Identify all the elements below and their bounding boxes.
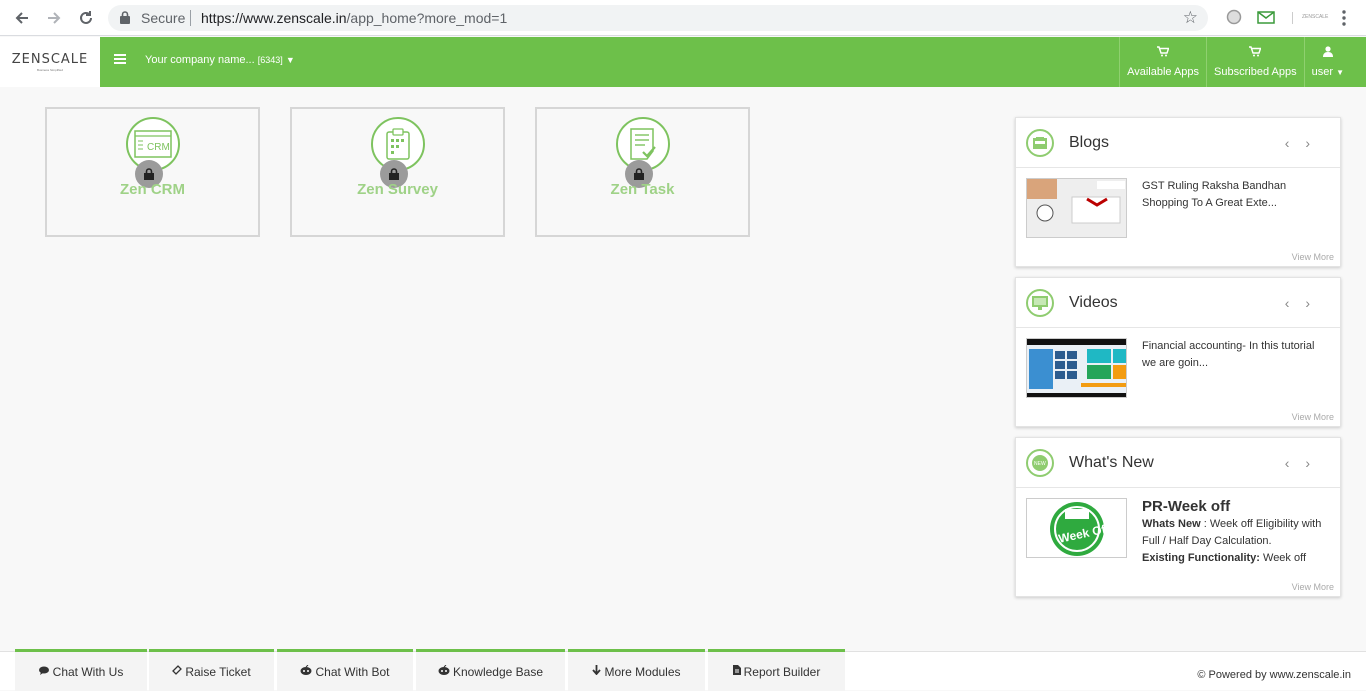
panel-header: Videos ‹ › <box>1016 278 1340 328</box>
available-apps-label: Available Apps <box>1127 66 1200 78</box>
caret-down-icon: ▼ <box>1336 68 1344 77</box>
whats-new-label: Whats New <box>1142 518 1201 530</box>
footer-button-label: More Modules <box>604 664 681 679</box>
video-excerpt[interactable]: Financial accounting- In this tutorial w… <box>1142 338 1327 372</box>
svg-text:CRM: CRM <box>147 142 170 153</box>
view-more-link[interactable]: View More <box>1292 252 1334 262</box>
videos-panel: Videos ‹ › Financial accounting- In this… <box>1015 277 1341 427</box>
blog-thumbnail[interactable] <box>1026 178 1127 238</box>
panel-title: What's New <box>1069 454 1154 471</box>
cart-icon <box>1249 46 1262 60</box>
new-badge-icon: NEW <box>1026 449 1054 477</box>
panel-title: Videos <box>1069 294 1118 311</box>
panel-header: NEW What's New ‹ › <box>1016 438 1340 488</box>
reload-button[interactable] <box>76 8 96 28</box>
panel-nav-arrows[interactable]: ‹ › <box>1285 135 1316 151</box>
user-name: user <box>1311 66 1334 78</box>
user-menu-button[interactable]: user ▼ <box>1303 37 1366 87</box>
bot-icon <box>300 664 312 678</box>
secure-label: Secure <box>141 10 186 26</box>
week-off-thumbnail[interactable]: Week Off <box>1026 498 1127 558</box>
forward-button[interactable] <box>44 8 64 28</box>
app-card-crm[interactable]: CRM Zen CRM <box>45 107 260 237</box>
chat-with-bot-button[interactable]: Chat With Bot <box>277 649 413 691</box>
url-host: https://www.zenscale.in <box>201 10 347 26</box>
footer-button-label: Knowledge Base <box>452 664 544 679</box>
logo[interactable]: ZENSCALE Business Simplified <box>0 37 100 87</box>
blogs-panel: Blogs ‹ › GST Ruling Raksha Bandhan Shop… <box>1015 117 1341 267</box>
company-selector[interactable]: Your company name... [6343] ▼ <box>145 54 295 66</box>
more-modules-button[interactable]: More Modules <box>568 649 705 691</box>
existing-functionality-label: Existing Functionality: <box>1142 552 1260 564</box>
back-button[interactable] <box>12 8 32 28</box>
logo-text: ZENSCALE <box>11 52 89 67</box>
video-thumbnail[interactable] <box>1026 338 1127 398</box>
panel-header: Blogs ‹ › <box>1016 118 1340 168</box>
app-card-title: Zen CRM <box>120 181 185 198</box>
footer-button-label: Chat With Bot <box>315 664 390 679</box>
view-more-link[interactable]: View More <box>1292 412 1334 422</box>
extension-circle-icon[interactable] <box>1226 9 1242 25</box>
subscribed-apps-label: Subscribed Apps <box>1214 66 1297 78</box>
panel-nav-arrows[interactable]: ‹ › <box>1285 295 1316 311</box>
whats-new-item-title: PR-Week off <box>1142 498 1231 515</box>
document-icon <box>732 665 741 678</box>
whats-new-panel: NEW What's New ‹ › Week Off PR-Week off … <box>1015 437 1341 597</box>
browser-toolbar: Secure https://www.zenscale.in/app_home?… <box>0 0 1366 36</box>
back-arrow-icon <box>15 12 28 24</box>
bot-icon <box>438 664 450 678</box>
view-more-link[interactable]: View More <box>1292 582 1334 592</box>
profile-mini-label[interactable]: ZENSCALE <box>1302 14 1328 20</box>
app-card-title: Zen Task <box>610 181 675 198</box>
kebab-menu-icon[interactable] <box>1338 9 1350 27</box>
user-label: user ▼ <box>1312 66 1344 78</box>
omnibox-divider <box>190 10 191 26</box>
footer-button-label: Report Builder <box>743 664 821 679</box>
header-actions: Available Apps Subscribed Apps user ▼ <box>1119 37 1366 87</box>
address-bar[interactable]: Secure https://www.zenscale.in/app_home?… <box>108 5 1208 31</box>
panel-title: Blogs <box>1069 134 1110 151</box>
logo-tagline: Business Simplified <box>36 68 63 72</box>
app-card-title: Zen Survey <box>357 181 438 198</box>
panel-nav-arrows[interactable]: ‹ › <box>1285 455 1316 471</box>
url-text[interactable]: https://www.zenscale.in/app_home?more_mo… <box>201 10 507 26</box>
app-card-survey[interactable]: Zen Survey <box>290 107 505 237</box>
reload-icon <box>80 11 92 24</box>
knowledge-base-button[interactable]: Knowledge Base <box>416 649 565 691</box>
report-builder-button[interactable]: Report Builder <box>708 649 845 691</box>
company-id: [6343] <box>257 55 283 65</box>
toolbar-divider <box>1292 12 1293 24</box>
footer-button-label: Raise Ticket <box>185 664 251 679</box>
app-card-task[interactable]: Zen Task <box>535 107 750 237</box>
company-name: Your company name... <box>145 54 255 66</box>
footer-button-label: Chat With Us <box>52 664 124 679</box>
bookmark-star-icon[interactable]: ☆ <box>1183 8 1198 28</box>
cart-icon <box>1157 46 1170 60</box>
blog-icon <box>1026 129 1054 157</box>
app-header: ZENSCALE Business Simplified Your compan… <box>0 37 1366 87</box>
extension-mail-icon[interactable] <box>1257 9 1275 25</box>
hamburger-menu-icon[interactable] <box>114 54 126 66</box>
chat-with-us-button[interactable]: Chat With Us <box>15 649 147 691</box>
chevron-down-icon: ▼ <box>285 55 295 65</box>
raise-ticket-button[interactable]: Raise Ticket <box>149 649 274 691</box>
forward-arrow-icon <box>48 12 61 24</box>
ticket-icon <box>172 665 183 678</box>
svg-text:NEW: NEW <box>1034 461 1046 467</box>
whats-new-body: Whats New : Week off Eligibility with Fu… <box>1142 516 1327 567</box>
chat-icon <box>38 666 50 678</box>
arrow-down-icon <box>592 665 602 678</box>
user-icon <box>1322 46 1333 60</box>
powered-by-text[interactable]: © Powered by www.zenscale.in <box>1197 669 1351 681</box>
url-path: /app_home?more_mod=1 <box>346 10 508 26</box>
subscribed-apps-button[interactable]: Subscribed Apps <box>1206 37 1304 87</box>
blog-excerpt[interactable]: GST Ruling Raksha Bandhan Shopping To A … <box>1142 178 1327 212</box>
whats-new-content[interactable]: PR-Week off Whats New : Week off Eligibi… <box>1142 498 1327 567</box>
monitor-icon <box>1026 289 1054 317</box>
lock-icon <box>120 11 130 24</box>
available-apps-button[interactable]: Available Apps <box>1119 37 1206 87</box>
footer-bar: Chat With Us Raise Ticket Chat With Bot … <box>0 649 1366 691</box>
